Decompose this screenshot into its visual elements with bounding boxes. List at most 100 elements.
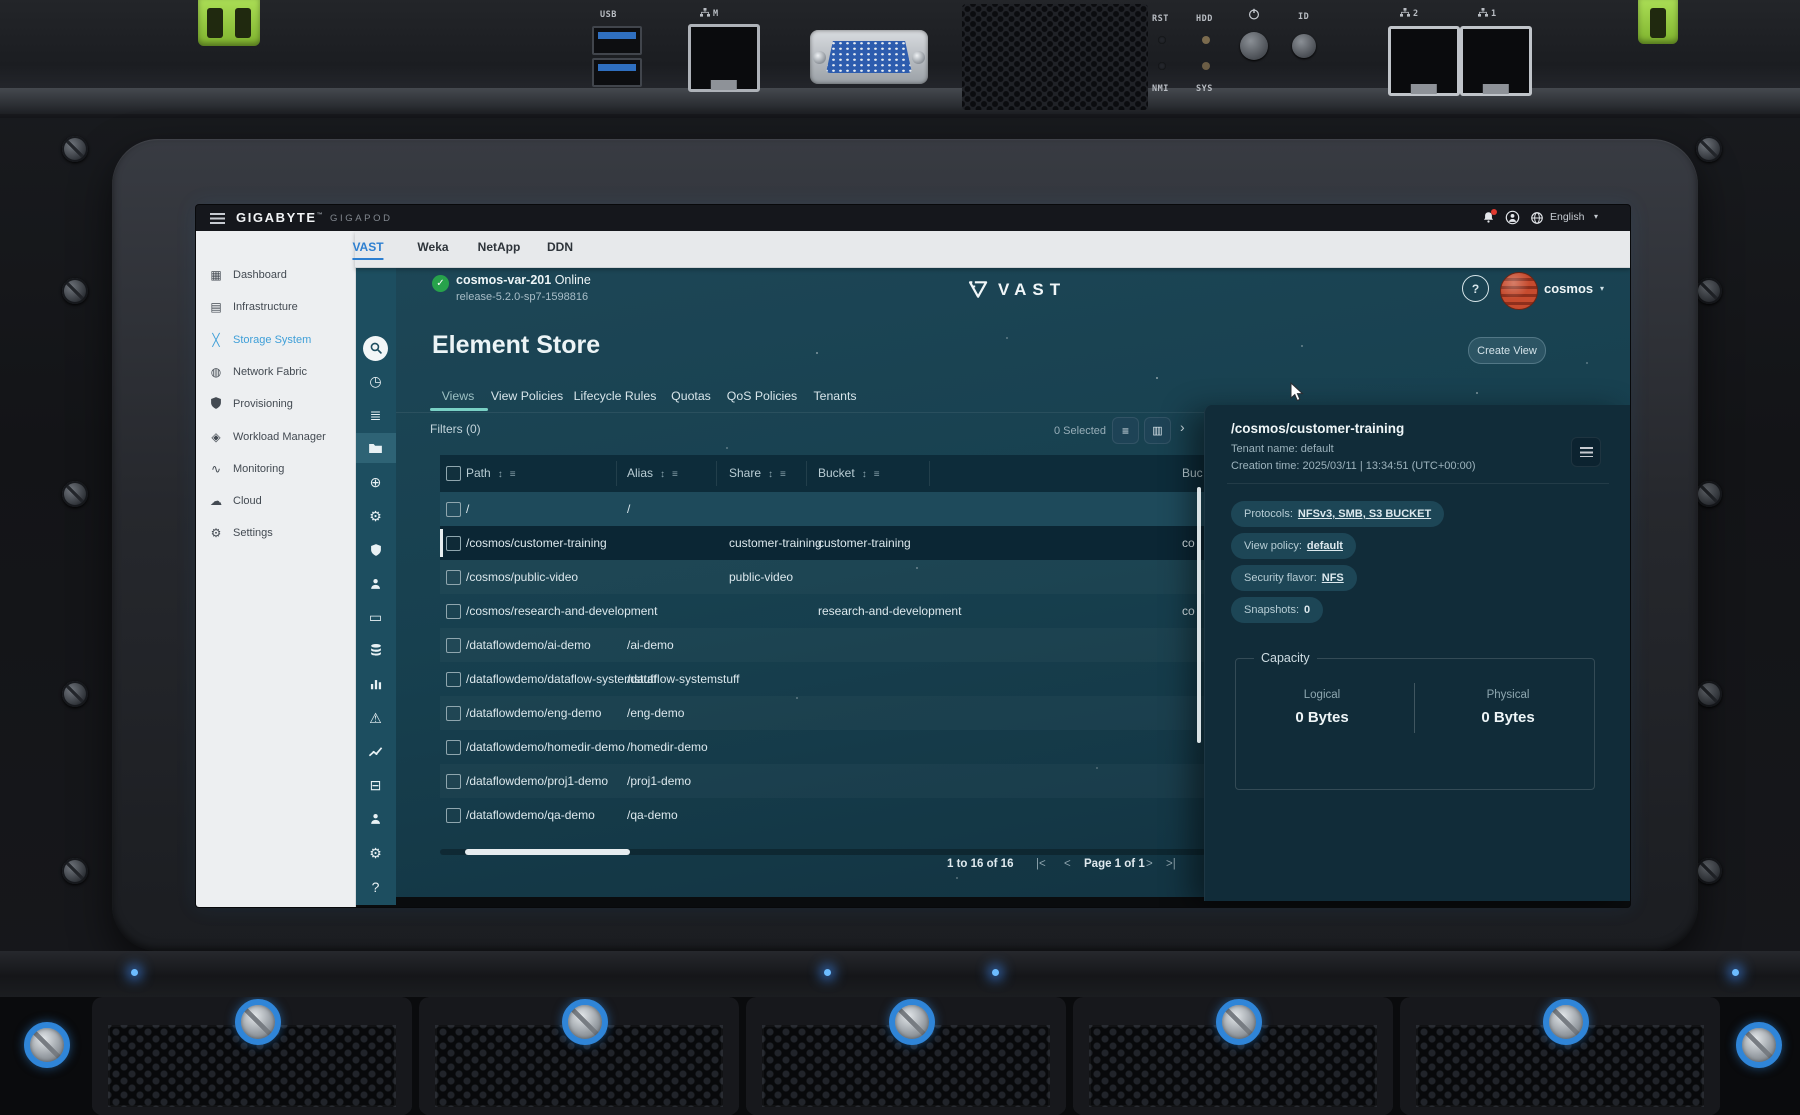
sort-icon[interactable]: ↕ xyxy=(862,469,867,480)
panel-pill-protocols[interactable]: Protocols:NFSv3, SMB, S3 BUCKET xyxy=(1231,501,1444,527)
column-header-path[interactable]: Path↕≡ xyxy=(466,455,516,492)
sidebar-item-cloud[interactable]: ☁Cloud xyxy=(196,490,355,512)
database-icon[interactable] xyxy=(355,635,396,665)
trend-line-icon[interactable] xyxy=(355,736,396,766)
gauge-icon[interactable]: ◷ xyxy=(355,366,396,396)
create-view-button[interactable]: Create View xyxy=(1468,337,1546,364)
folder-icon[interactable] xyxy=(355,433,396,463)
row-checkbox[interactable] xyxy=(446,808,461,823)
sort-icon[interactable]: ↕ xyxy=(660,469,665,480)
row-checkbox[interactable] xyxy=(446,536,461,551)
globe-icon[interactable]: ⊕ xyxy=(355,467,396,497)
column-header-bucket[interactable]: Bucket↕≡ xyxy=(818,455,880,492)
sidebar-item-settings[interactable]: ⚙Settings xyxy=(196,522,355,544)
workflow-icon[interactable]: ⚙ xyxy=(355,501,396,531)
sidebar-item-storage-system[interactable]: ╳Storage System xyxy=(196,329,355,351)
pagination-first-button[interactable]: |< xyxy=(1036,858,1046,870)
row-checkbox[interactable] xyxy=(446,672,461,687)
sidebar-item-dashboard[interactable]: ▦Dashboard xyxy=(196,264,355,286)
row-checkbox[interactable] xyxy=(446,638,461,653)
sort-icon[interactable]: ↕ xyxy=(498,469,503,480)
sidebar-item-network-fabric[interactable]: ◍Network Fabric xyxy=(196,361,355,383)
rst-label: RST xyxy=(1152,14,1169,24)
panel-pill-viewpolicy[interactable]: View policy:default xyxy=(1231,533,1356,559)
table-row[interactable]: /cosmos/research-and-developmentresearch… xyxy=(440,594,1206,628)
table-row[interactable]: /dataflowdemo/eng-demo/eng-demo xyxy=(440,696,1206,730)
table-row[interactable]: /dataflowdemo/homedir-demo/homedir-demo xyxy=(440,730,1206,764)
platform-tab-ddn[interactable]: DDN xyxy=(547,240,573,258)
filter-icon[interactable]: ≡ xyxy=(672,469,678,480)
filter-icon[interactable]: ≡ xyxy=(780,469,786,480)
gear-icon[interactable]: ⚙ xyxy=(355,838,396,868)
column-header-share[interactable]: Share↕≡ xyxy=(729,455,786,492)
details-panel: /cosmos/customer-training Tenant name: d… xyxy=(1204,405,1630,901)
vertical-scrollbar[interactable] xyxy=(1197,487,1201,743)
table-row[interactable]: /dataflowdemo/qa-demo/qa-demo xyxy=(440,798,1206,832)
user-menu[interactable]: cosmos xyxy=(1544,281,1593,296)
pagination-last-button[interactable]: >| xyxy=(1166,858,1176,870)
row-checkbox[interactable] xyxy=(446,604,461,619)
tab-tenants[interactable]: Tenants xyxy=(813,389,856,403)
column-header-alias[interactable]: Alias↕≡ xyxy=(627,455,678,492)
help-button[interactable]: ? xyxy=(1462,275,1489,302)
sidebar-item-infrastructure[interactable]: ▤Infrastructure xyxy=(196,296,355,318)
row-checkbox[interactable] xyxy=(446,706,461,721)
panel-pill-snapshots[interactable]: Snapshots:0 xyxy=(1231,597,1323,623)
filter-icon[interactable]: ≡ xyxy=(510,469,516,480)
table-row[interactable]: /cosmos/customer-trainingcustomer-traini… xyxy=(440,526,1206,560)
row-checkbox[interactable] xyxy=(446,740,461,755)
user-icon[interactable] xyxy=(1505,210,1520,230)
server-rack-icon[interactable]: ≣ xyxy=(355,400,396,430)
globe-language-icon[interactable] xyxy=(1530,211,1544,230)
tab-qos-policies[interactable]: QoS Policies xyxy=(727,389,797,403)
column-settings-button[interactable]: ▥ xyxy=(1144,417,1171,444)
menu-icon[interactable] xyxy=(210,213,225,224)
user-transfer-icon[interactable] xyxy=(355,569,396,599)
pill-value[interactable]: NFSv3, SMB, S3 BUCKET xyxy=(1298,508,1431,520)
row-checkbox[interactable] xyxy=(446,774,461,789)
filter-icon[interactable]: ≡ xyxy=(874,469,880,480)
platform-tab-weka[interactable]: Weka xyxy=(417,240,448,258)
pagination-prev-button[interactable]: < xyxy=(1064,858,1071,870)
user-settings-icon[interactable] xyxy=(355,804,396,834)
drive-icon[interactable]: ⊟ xyxy=(355,770,396,800)
bar-chart-icon[interactable] xyxy=(355,669,396,699)
table-row[interactable]: /dataflowdemo/dataflow-systemstuff/dataf… xyxy=(440,662,1206,696)
bell-icon[interactable] xyxy=(1482,211,1495,229)
logical-value: 0 Bytes xyxy=(1238,709,1406,726)
platform-tab-netapp[interactable]: NetApp xyxy=(478,240,521,258)
tab-views[interactable]: Views xyxy=(442,389,475,403)
panel-title: /cosmos/customer-training xyxy=(1231,421,1404,436)
filters-label[interactable]: Filters (0) xyxy=(430,422,481,436)
table-row[interactable]: /dataflowdemo/ai-demo/ai-demo xyxy=(440,628,1206,662)
search-icon[interactable] xyxy=(355,333,396,363)
pill-value[interactable]: NFS xyxy=(1322,572,1344,584)
sidebar-item-provisioning[interactable]: Provisioning xyxy=(196,393,355,415)
sidebar-item-monitoring[interactable]: ∿Monitoring xyxy=(196,458,355,480)
platform-tab-vast[interactable]: VAST xyxy=(352,240,383,260)
panel-pill-securityflavor[interactable]: Security flavor:NFS xyxy=(1231,565,1357,591)
list-view-button[interactable]: ≡ xyxy=(1112,417,1139,444)
help-icon[interactable]: ? xyxy=(355,872,396,902)
select-all-checkbox[interactable] xyxy=(446,466,461,481)
collapse-panel-chevron[interactable]: › xyxy=(1180,419,1185,435)
horizontal-scrollbar[interactable] xyxy=(465,849,630,855)
table-row[interactable]: // xyxy=(440,492,1206,526)
pill-value[interactable]: default xyxy=(1307,540,1343,552)
sort-icon[interactable]: ↕ xyxy=(768,469,773,480)
row-checkbox[interactable] xyxy=(446,570,461,585)
avatar[interactable] xyxy=(1500,272,1538,310)
tab-lifecycle-rules[interactable]: Lifecycle Rules xyxy=(574,389,657,403)
sidebar-item-workload-manager[interactable]: ◈Workload Manager xyxy=(196,426,355,448)
alert-triangle-icon[interactable]: ⚠ xyxy=(355,703,396,733)
row-checkbox[interactable] xyxy=(446,502,461,517)
shield-check-icon[interactable] xyxy=(355,535,396,565)
display-icon[interactable]: ▭ xyxy=(355,602,396,632)
tab-quotas[interactable]: Quotas xyxy=(671,389,711,403)
table-row[interactable]: /dataflowdemo/proj1-demo/proj1-demo xyxy=(440,764,1206,798)
panel-menu-button[interactable] xyxy=(1571,437,1601,467)
language-selector[interactable]: English xyxy=(1550,211,1584,223)
tab-view-policies[interactable]: View Policies xyxy=(491,389,563,403)
pagination-next-button[interactable]: > xyxy=(1146,858,1153,870)
table-row[interactable]: /cosmos/public-videopublic-video xyxy=(440,560,1206,594)
